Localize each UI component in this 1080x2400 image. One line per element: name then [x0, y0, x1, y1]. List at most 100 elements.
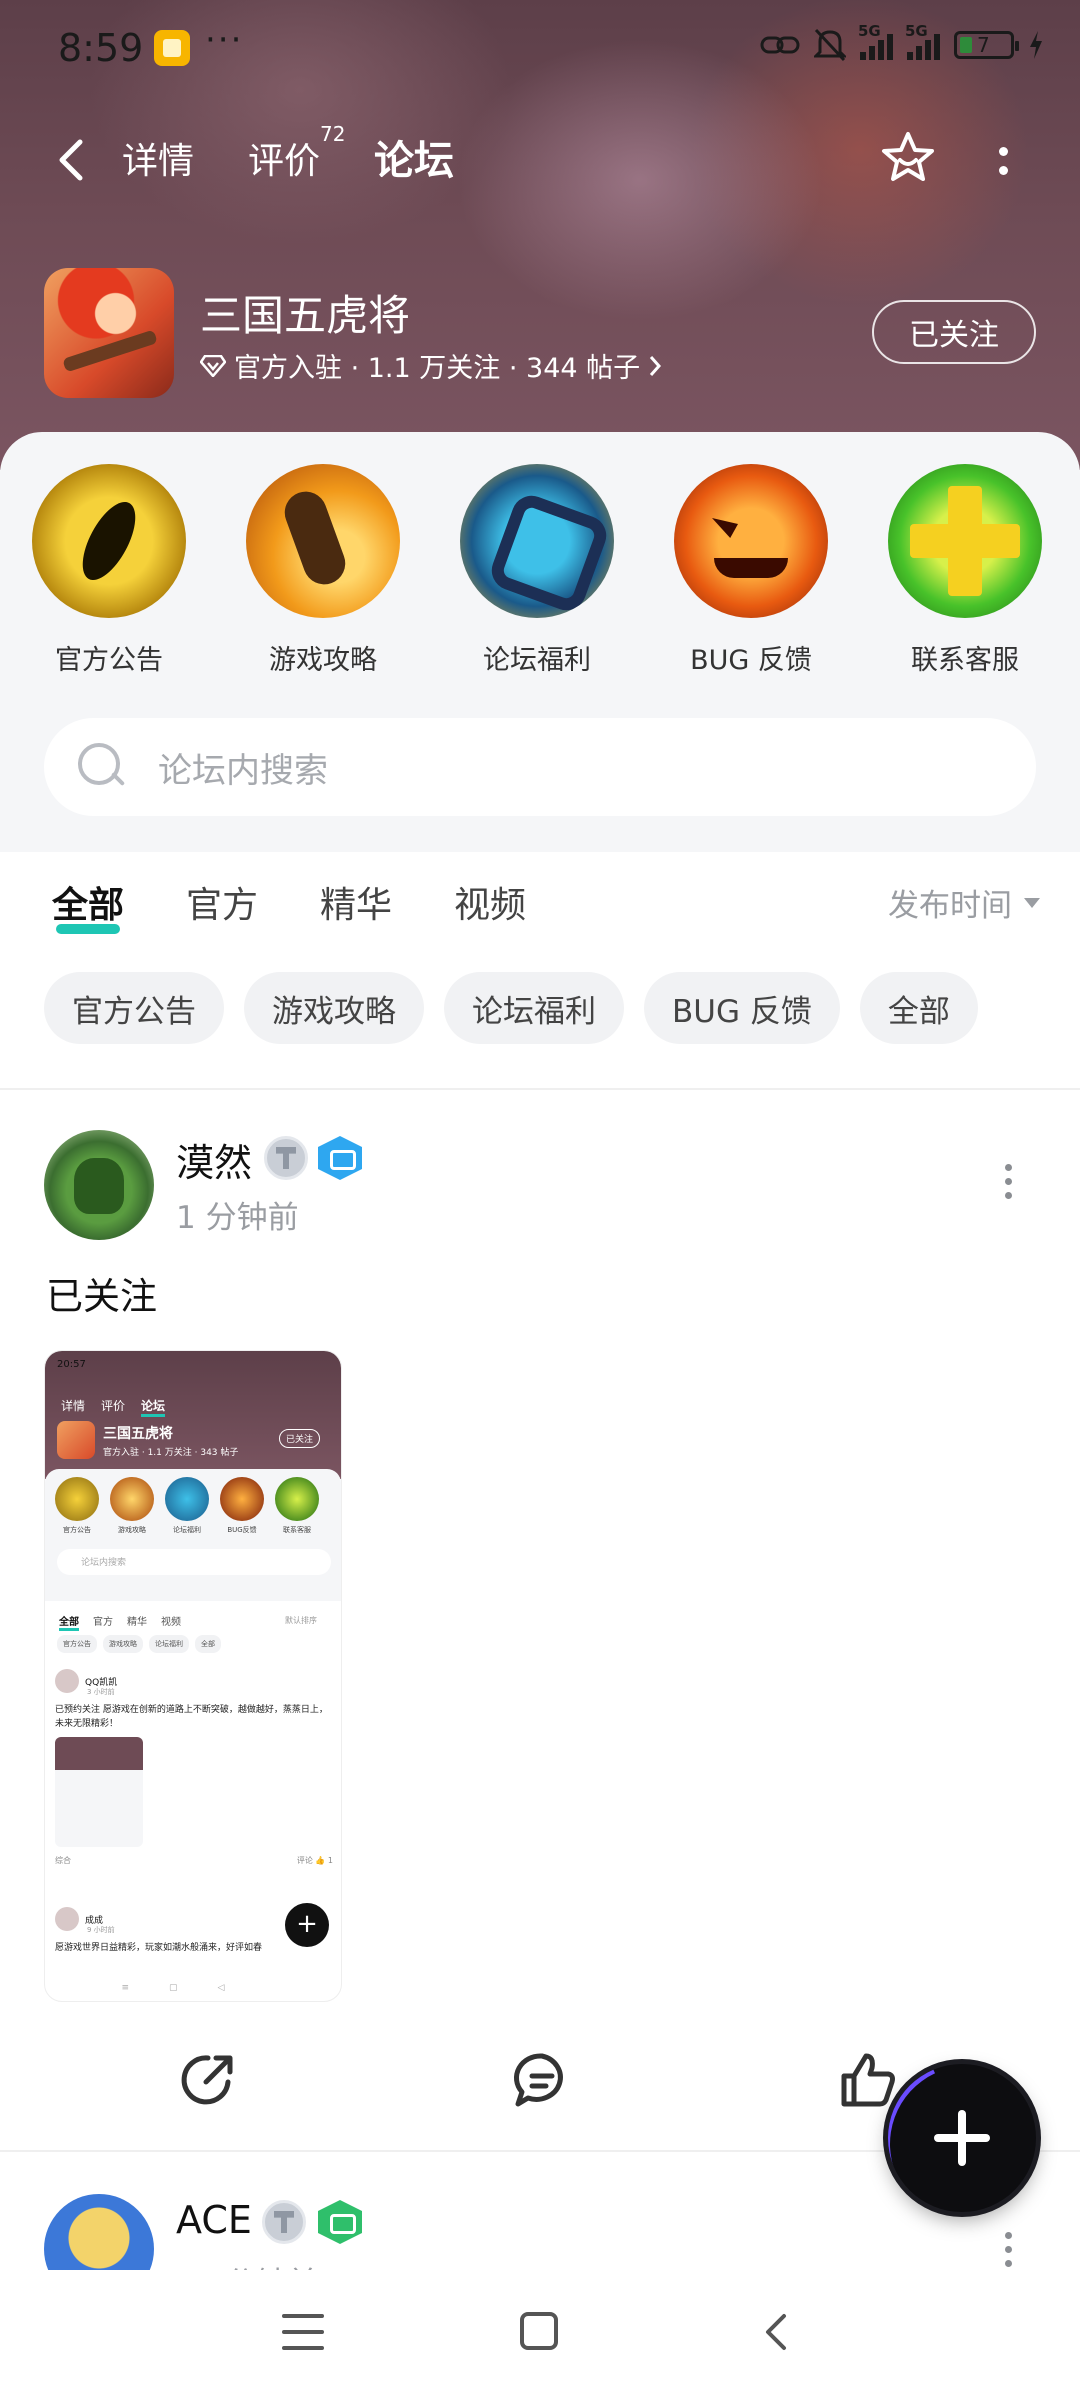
chevron-right-icon: [650, 355, 662, 376]
post-time: 1 分钟前: [176, 1200, 299, 1236]
feed-tab-featured[interactable]: 精华: [320, 876, 392, 928]
new-post-button[interactable]: [888, 2064, 1036, 2212]
post-text[interactable]: 已关注: [46, 1266, 157, 1320]
screenshot-avatar: [55, 1669, 79, 1693]
screenshot-cat-label: 论坛福利: [173, 1526, 201, 1534]
screenshot-chip: 游戏攻略: [103, 1635, 143, 1653]
screenshot-chip: 全部: [195, 1635, 221, 1653]
chip-bug-feedback[interactable]: BUG 反馈: [644, 972, 840, 1044]
battery-icon: 7: [954, 31, 1019, 59]
gift-icon: [460, 464, 614, 618]
screenshot-sort: 默认排序: [285, 1616, 317, 1625]
category-official-notice[interactable]: 官方公告: [24, 464, 194, 677]
eye-icon: [32, 464, 186, 618]
back-icon[interactable]: [52, 136, 92, 184]
tab-forum[interactable]: 论坛: [374, 128, 454, 190]
screenshot-tabs: 详情 评价 论坛: [61, 1397, 166, 1417]
chip-game-guide[interactable]: 游戏攻略: [244, 972, 424, 1044]
screenshot-tab: 详情: [61, 1399, 86, 1413]
screenshot-cat: 官方公告: [53, 1477, 101, 1535]
screenshot-header: 20:57 详情 评价 论坛 三国五虎将 官方入驻 · 1.1 万关注 · 34…: [45, 1351, 341, 1479]
search-placeholder: 论坛内搜索: [158, 750, 328, 791]
signal-2-icon: 5G: [905, 22, 940, 60]
favorite-star-icon[interactable]: [878, 128, 938, 188]
screenshot-feed-tab: 视频: [161, 1617, 181, 1628]
screenshot-game-icon: [57, 1421, 95, 1459]
caret-down-icon: [1024, 897, 1040, 908]
screenshot-tab: 评价: [101, 1399, 126, 1413]
forum-search-bar[interactable]: 论坛内搜索: [44, 718, 1036, 816]
category-customer-service[interactable]: 联系客服: [880, 464, 1050, 677]
mute-bell-icon: [814, 28, 846, 62]
post-more-icon[interactable]: [1000, 1164, 1016, 1204]
screenshot-post: QQ凯凯 3 小时前 已预约关注 愿游戏在创新的道路上不断突破，越做越好，蒸蒸日…: [55, 1669, 333, 1866]
level-badge-icon: [264, 1136, 308, 1180]
screenshot-post-time: 3 小时前: [87, 1688, 115, 1696]
avatar[interactable]: [44, 1130, 154, 1240]
game-meta[interactable]: 官方入驻 · 1.1 万关注 · 344 帖子: [200, 346, 662, 385]
category-bug-feedback[interactable]: BUG 反馈: [666, 464, 836, 677]
divider: [0, 1088, 1080, 1090]
system-nav-bar: [0, 2270, 1080, 2400]
feed-tab-all[interactable]: 全部: [52, 876, 124, 934]
charging-icon: [1030, 31, 1042, 59]
post-username[interactable]: 漠然: [176, 1132, 252, 1187]
screenshot-like-count: 1: [327, 1856, 333, 1865]
signal-1-label: 5G: [858, 22, 881, 40]
screenshot-username: 成成: [85, 1915, 104, 1926]
signal-2-label: 5G: [905, 22, 928, 40]
more-options-icon[interactable]: [988, 136, 1018, 186]
screenshot-panel: 官方公告 游戏攻略 论坛福利 BUG反馈 联系客服 论坛内搜索: [45, 1469, 341, 1601]
status-time: 8:59: [58, 26, 144, 70]
feed-tab-official[interactable]: 官方: [186, 876, 258, 928]
post-more-icon[interactable]: [1000, 2232, 1016, 2272]
category-panel: 官方公告 游戏攻略 论坛福利 BUG 反馈 联系客服 论坛内搜索: [0, 432, 1080, 852]
game-icon[interactable]: [44, 268, 174, 398]
screenshot-title: 三国五虎将: [103, 1426, 173, 1442]
chip-official-notice[interactable]: 官方公告: [44, 972, 224, 1044]
tab-review[interactable]: 评价 72: [248, 122, 345, 184]
back-nav-icon[interactable]: [756, 2310, 796, 2354]
top-nav: 详情 评价 72 论坛: [0, 120, 1080, 200]
follow-button[interactable]: 已关注: [872, 300, 1036, 364]
tab-detail[interactable]: 详情: [122, 132, 194, 184]
screenshot-search: 论坛内搜索: [57, 1549, 331, 1575]
category-forum-welfare[interactable]: 论坛福利: [452, 464, 622, 677]
more-notifications-icon: ···: [205, 20, 244, 60]
screenshot-post-text: 愿游戏世界日益精彩，玩家如潮水般涌来，好评如春: [55, 1943, 263, 1953]
screenshot-chip: 官方公告: [57, 1635, 97, 1653]
share-icon[interactable]: [176, 2048, 240, 2112]
level-badge-icon: [262, 2200, 306, 2244]
screenshot-post-image: [55, 1737, 143, 1847]
screenshot-tab: 论坛: [141, 1397, 166, 1417]
feed-tab-video[interactable]: 视频: [454, 876, 526, 928]
developer-badge-icon: [318, 1136, 362, 1180]
comment-icon[interactable]: [510, 2048, 574, 2112]
screenshot-cat: 联系客服: [273, 1477, 321, 1535]
category-game-guide[interactable]: 游戏攻略: [238, 464, 408, 677]
chip-all[interactable]: 全部: [859, 972, 978, 1044]
home-icon[interactable]: [520, 2312, 558, 2350]
menu-icon[interactable]: [282, 2314, 324, 2350]
like-icon[interactable]: [836, 2048, 900, 2112]
sort-dropdown[interactable]: 发布时间: [888, 880, 1040, 925]
chip-forum-welfare[interactable]: 论坛福利: [444, 972, 624, 1044]
plus-icon: [888, 464, 1042, 618]
link-icon: [760, 36, 800, 54]
game-title[interactable]: 三国五虎将: [200, 282, 410, 343]
screenshot-cat-label: BUG反馈: [227, 1526, 257, 1534]
screenshot-avatar: [55, 1907, 79, 1931]
forum-header: 8:59 ··· 5G 5G 7 详情 评价 72 论坛 三国五虎将 官方入驻 ·…: [0, 0, 1080, 470]
screenshot-cat: BUG反馈: [218, 1477, 266, 1535]
pumpkin-icon: [674, 464, 828, 618]
screenshot-cat-label: 游戏攻略: [118, 1526, 146, 1534]
sort-label: 发布时间: [888, 888, 1012, 924]
screenshot-feed-tab: 全部: [59, 1613, 79, 1631]
search-icon: [76, 741, 128, 793]
filter-chips: 官方公告 游戏攻略 论坛福利 BUG 反馈 全部: [44, 972, 978, 1044]
post-username[interactable]: ACE: [176, 2198, 252, 2242]
tab-review-label: 评价: [248, 141, 321, 182]
screenshot-tag: 综合: [55, 1856, 71, 1865]
post-image[interactable]: 20:57 详情 评价 论坛 三国五虎将 官方入驻 · 1.1 万关注 · 34…: [44, 1350, 342, 2002]
screenshot-follow: 已关注: [279, 1429, 321, 1448]
